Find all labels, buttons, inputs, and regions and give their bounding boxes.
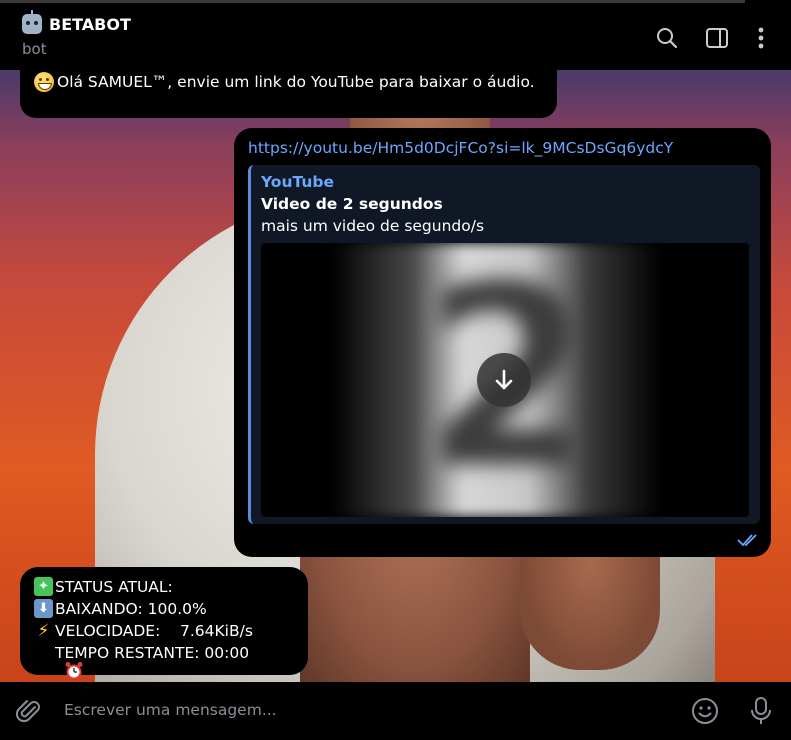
sidebar-toggle-icon[interactable] (704, 25, 730, 51)
chat-title-text: BETABOT (49, 14, 131, 34)
status-speed-text: VELOCIDADE: 7.64KiB/s (55, 622, 253, 640)
chat-title[interactable]: BETABOT (22, 10, 131, 34)
attach-paperclip-icon[interactable] (14, 696, 44, 726)
emoji-icon[interactable] (690, 696, 720, 726)
download-button[interactable] (477, 353, 531, 407)
chat-subtitle: bot (22, 40, 47, 58)
lightning-icon: ⚡ (37, 621, 50, 641)
status-remaining-text: TEMPO RESTANTE: 00:00 (55, 643, 250, 662)
alarm-clock-icon (34, 643, 83, 680)
status-download-text: BAIXANDO: 100.0% (55, 599, 207, 618)
grinning-face-icon (34, 72, 54, 92)
search-icon[interactable] (654, 25, 680, 51)
outgoing-link-message-bubble[interactable]: https://youtu.be/Hm5d0DcjFCo?si=lk_9MCsD… (234, 128, 771, 557)
chat-header[interactable]: BETABOT bot (0, 3, 791, 70)
welcome-message-text: Olá SAMUEL™, envie um link do YouTube pa… (57, 73, 535, 91)
video-thumbnail[interactable]: 2 (261, 243, 749, 517)
robot-icon (22, 10, 42, 34)
link-preview-title: Video de 2 segundos (261, 195, 443, 213)
link-preview-card[interactable]: YouTube Video de 2 segundos mais um vide… (248, 165, 760, 524)
sparkle-icon: ✦ (34, 577, 53, 596)
link-preview-site: YouTube (261, 173, 334, 191)
status-message-bubble[interactable]: ✦ STATUS ATUAL: ⬇ BAIXANDO: 100.0% ⚡ VEL… (20, 567, 308, 680)
down-arrow-icon: ⬇ (34, 599, 53, 618)
message-composer[interactable]: Escrever uma mensagem... (0, 682, 791, 740)
link-preview-description: mais um video de segundo/s (261, 217, 485, 235)
read-double-check-icon (737, 533, 761, 551)
status-line-title: ✦ STATUS ATUAL: (34, 577, 173, 596)
status-title-text: STATUS ATUAL: (55, 577, 173, 596)
youtube-link[interactable]: https://youtu.be/Hm5d0DcjFCo?si=lk_9MCsD… (248, 139, 673, 157)
status-line-download: ⬇ BAIXANDO: 100.0% (34, 599, 207, 618)
status-line-speed: ⚡ VELOCIDADE: 7.64KiB/s (34, 621, 253, 641)
arrow-down-icon (495, 369, 513, 390)
message-input[interactable]: Escrever uma mensagem... (64, 701, 277, 719)
microphone-icon[interactable] (746, 696, 776, 726)
status-line-remaining: TEMPO RESTANTE: 00:00 (34, 643, 250, 680)
more-vertical-icon[interactable] (748, 25, 774, 51)
